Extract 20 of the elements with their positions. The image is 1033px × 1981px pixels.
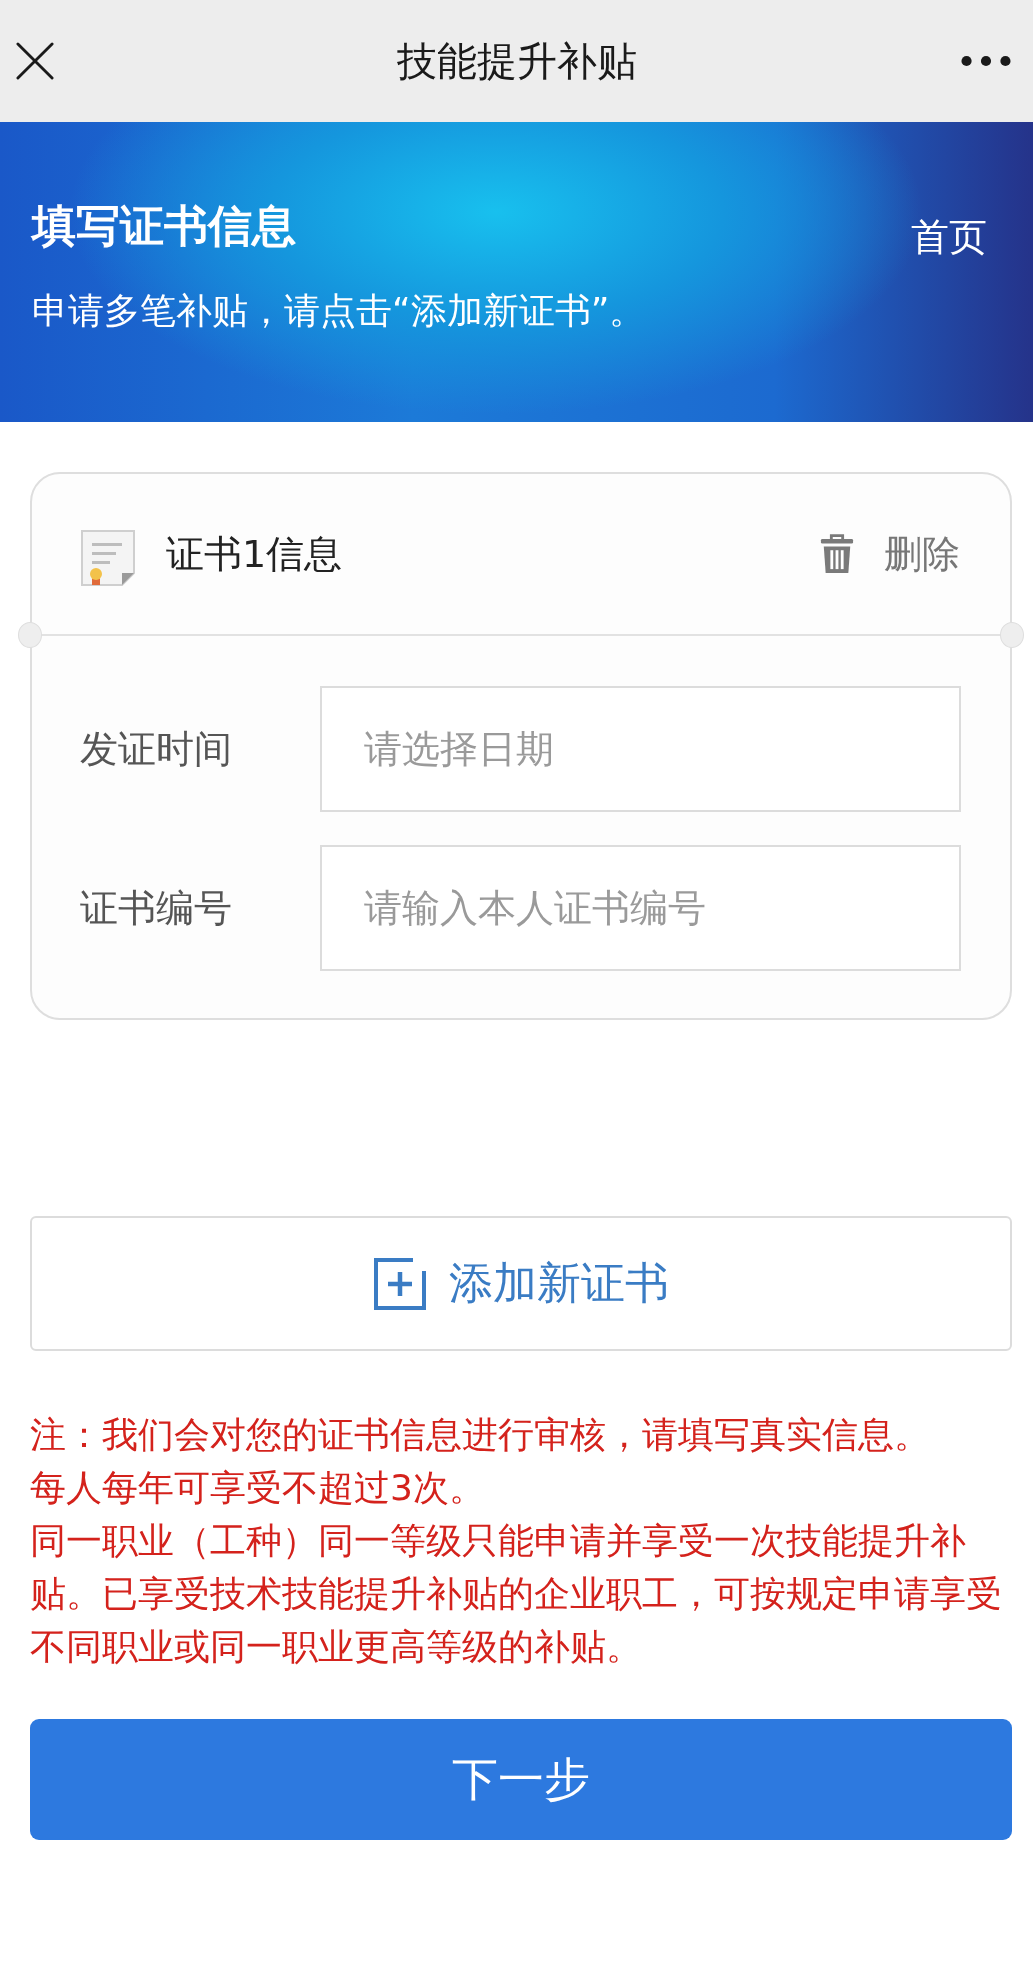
certificate-icon: [80, 529, 136, 587]
close-icon[interactable]: [16, 42, 54, 80]
page-title: 技能提升补贴: [396, 36, 637, 86]
note-text: 同一职业（工种）同一等级只能申请并享受一次技能提升补贴。已享受技术技能提升补贴的企业职工，可按规定申请享受不同职业或同一职业更高等级的补贴。: [30, 1519, 1003, 1669]
add-certificate-button[interactable]: 添加新证书: [30, 1216, 1012, 1351]
field-label: 证书编号: [80, 884, 233, 932]
input-field[interactable]: 请选择日期: [320, 686, 961, 812]
more-icon[interactable]: [961, 55, 1011, 67]
input-field[interactable]: 请输入本人证书编号: [320, 845, 961, 971]
note-text: 每人每年可享受不超过3次。: [30, 1466, 486, 1510]
delete-button[interactable]: 删除: [820, 528, 960, 580]
home-link[interactable]: 首页: [911, 212, 987, 262]
trash-icon: [820, 533, 854, 575]
plus-square-icon: [373, 1256, 427, 1311]
certificate-title: 证书1信息: [166, 530, 343, 578]
note-text: 注：我们会对您的证书信息进行审核，请填写真实信息。: [30, 1413, 931, 1457]
next-button[interactable]: 下一步: [30, 1719, 1012, 1840]
field-label: 发证时间: [80, 725, 233, 773]
banner-subtitle: 申请多笔补贴，请点击“添加新证书”。: [32, 289, 646, 333]
banner-title: 填写证书信息: [32, 199, 296, 253]
